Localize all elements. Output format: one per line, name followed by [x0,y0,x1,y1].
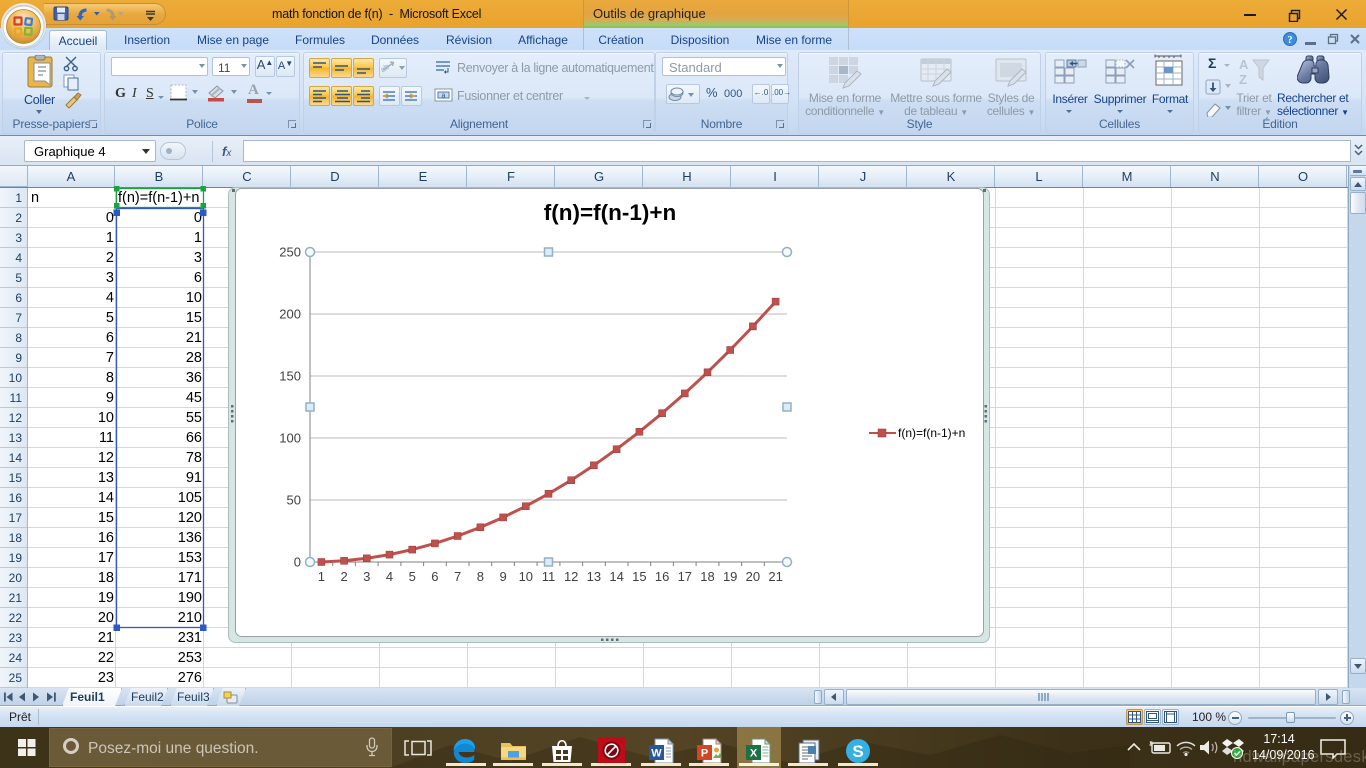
svg-text:150: 150 [279,369,301,384]
svg-text:16: 16 [655,569,669,584]
svg-text:?: ? [1288,35,1293,46]
svg-text:4: 4 [386,569,393,584]
svg-text:12: 12 [564,569,578,584]
svg-text:19: 19 [723,569,737,584]
svg-text:P: P [701,748,708,760]
svg-text:14: 14 [609,569,623,584]
svg-text:7: 7 [454,569,461,584]
svg-text:X: X [750,748,758,760]
svg-text:20: 20 [746,569,760,584]
svg-text:3: 3 [363,569,370,584]
svg-text:ab: ab [378,62,391,75]
svg-text:6: 6 [431,569,438,584]
svg-text:S: S [852,742,863,761]
svg-text:2: 2 [340,569,347,584]
svg-text:200: 200 [279,307,301,322]
svg-text:f(n)=f(n-1)+n: f(n)=f(n-1)+n [898,426,965,440]
svg-text:50: 50 [287,493,301,508]
svg-text:W: W [651,748,662,760]
svg-text:13: 13 [587,569,601,584]
svg-text:15: 15 [632,569,646,584]
svg-text:Z: Z [1239,72,1247,87]
svg-text:5: 5 [409,569,416,584]
svg-text:0: 0 [294,555,301,570]
svg-text:250: 250 [279,245,301,260]
svg-text:f(n)=f(n-1)+n: f(n)=f(n-1)+n [544,200,676,225]
svg-text:21: 21 [768,569,782,584]
svg-text:1: 1 [318,569,325,584]
svg-text:9: 9 [499,569,506,584]
svg-text:8: 8 [477,569,484,584]
svg-text:11: 11 [542,569,556,584]
svg-text:10: 10 [519,569,533,584]
svg-text:17: 17 [678,569,692,584]
svg-text:A: A [1239,57,1249,72]
svg-text:a: a [442,93,446,100]
svg-text:100: 100 [279,431,301,446]
svg-text:18: 18 [700,569,714,584]
